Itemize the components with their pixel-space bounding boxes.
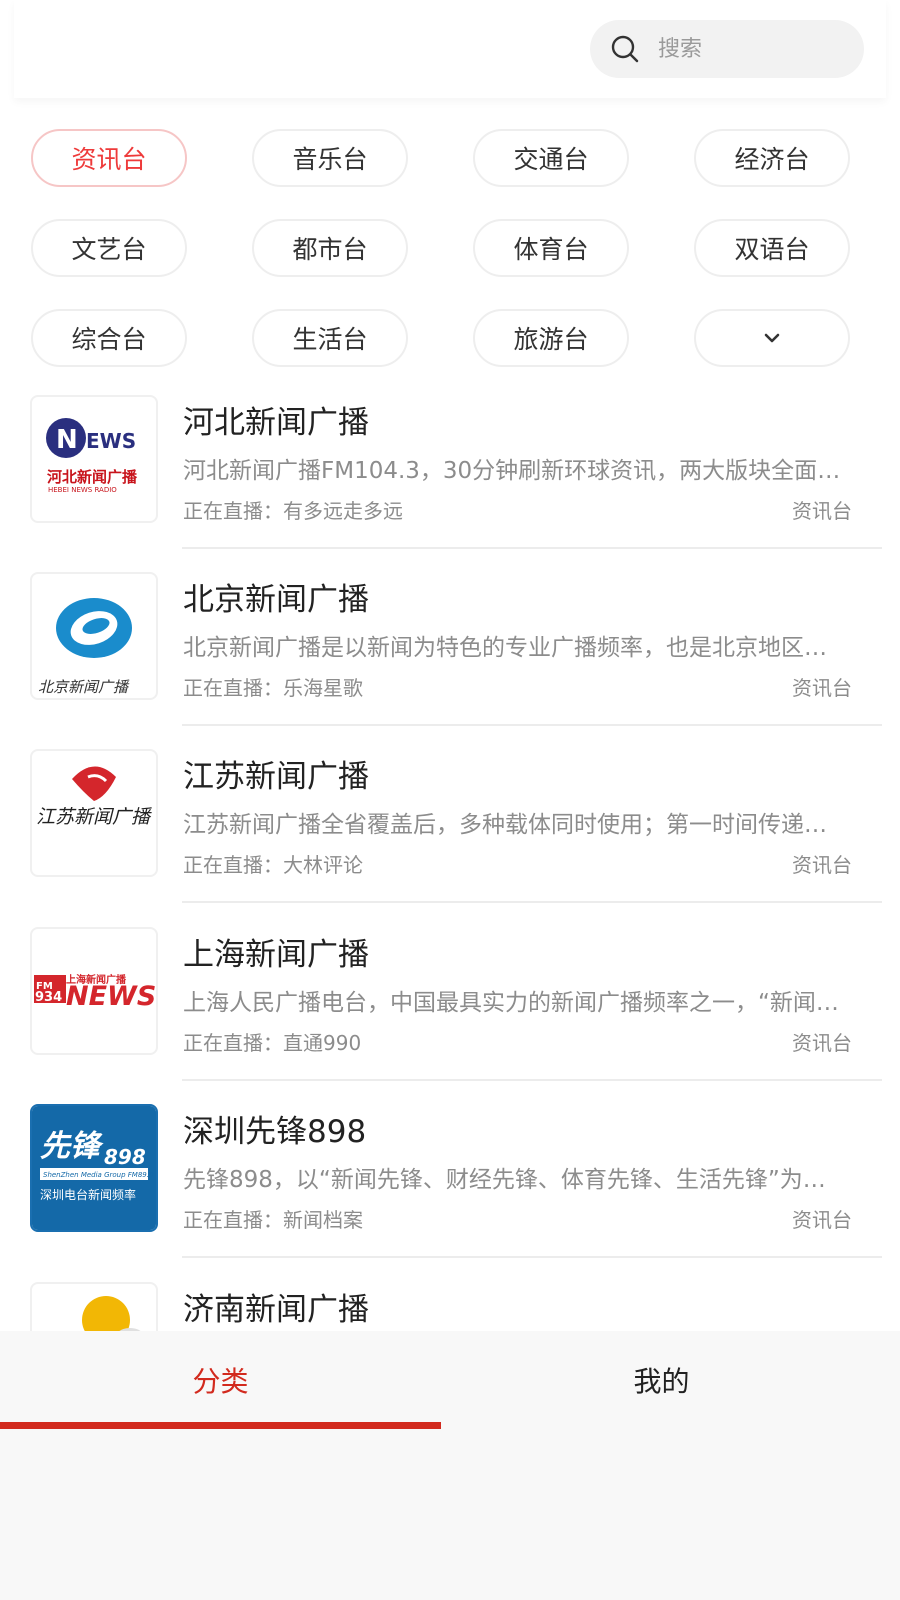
svg-text:北京新闻广播: 北京新闻广播 [38, 678, 130, 696]
category-chip-city[interactable]: 都市台 [252, 219, 408, 277]
station-logo: 北京新闻广播 [30, 572, 158, 700]
now-playing: 正在直播：乐海星歌 [183, 676, 363, 700]
app-page: 资讯台 音乐台 交通台 经济台 文艺台 都市台 体育台 双语台 综合台 生活台 … [0, 0, 900, 1600]
chevron-down-icon [764, 333, 780, 343]
station-category: 资讯台 [792, 499, 852, 523]
station-category: 资讯台 [792, 676, 852, 700]
tab-mine[interactable]: 我的 [441, 1331, 882, 1429]
svg-text:先锋: 先锋 [40, 1129, 104, 1164]
station-item[interactable]: 江苏新闻广播 江苏新闻广播 江苏新闻广播全省覆盖后，多种载体同时使用；第一时间传… [0, 749, 900, 926]
now-playing: 正在直播：直通990 [183, 1031, 362, 1055]
divider [182, 901, 882, 903]
station-description: 河北新闻广播FM104.3，30分钟刷新环球资讯，两大版块全面覆盖，精彩内容，尽… [183, 458, 848, 484]
svg-text:河北新闻广播: 河北新闻广播 [47, 468, 138, 486]
category-chip-arts[interactable]: 文艺台 [31, 219, 187, 277]
divider [182, 547, 882, 549]
station-logo: 江苏新闻广播 [30, 749, 158, 877]
now-playing: 正在直播：大林评论 [183, 853, 363, 877]
station-name: 深圳先锋898 [183, 1114, 367, 1150]
station-name: 上海新闻广播 [183, 937, 369, 973]
shenzhen-898-logo: 先锋 898 ShenZhen Media Group FM89.8 深圳电台新… [32, 1106, 156, 1230]
tab-category[interactable]: 分类 [0, 1331, 441, 1429]
station-name: 江苏新闻广播 [183, 759, 369, 795]
station-name: 北京新闻广播 [183, 582, 369, 618]
station-logo: N EWS 河北新闻广播 HEBEI NEWS RADIO [30, 395, 158, 523]
category-chip-economy[interactable]: 经济台 [694, 129, 850, 187]
svg-text:N: N [56, 425, 78, 455]
svg-text:934: 934 [35, 990, 62, 1005]
search-icon [611, 35, 639, 63]
divider [182, 1256, 882, 1258]
search-input[interactable] [656, 35, 840, 63]
now-playing: 正在直播：新闻档案 [183, 1208, 363, 1232]
station-item[interactable]: N EWS 河北新闻广播 HEBEI NEWS RADIO 河北新闻广播 河北新… [0, 395, 900, 572]
jiangsu-news-logo: 江苏新闻广播 [36, 766, 152, 828]
category-chip-traffic[interactable]: 交通台 [473, 129, 629, 187]
station-item[interactable]: 北京新闻广播 北京新闻广播 北京新闻广播是以新闻为特色的专业广播频率，也是北京地… [0, 572, 900, 749]
station-description: 北京新闻广播是以新闻为特色的专业广播频率，也是北京地区最具影响力的新闻广播。 [183, 635, 848, 661]
station-name: 河北新闻广播 [183, 405, 369, 441]
now-playing: 正在直播：有多远走多远 [183, 499, 403, 523]
expand-categories-button[interactable] [694, 309, 850, 367]
station-logo: 先锋 898 ShenZhen Media Group FM89.8 深圳电台新… [30, 1104, 158, 1232]
station-name: 济南新闻广播 [183, 1292, 369, 1328]
category-chip-life[interactable]: 生活台 [252, 309, 408, 367]
divider [182, 724, 882, 726]
svg-text:江苏新闻广播: 江苏新闻广播 [36, 806, 152, 828]
station-item[interactable]: 上海新闻广播 FM 934 NEWS 上海新闻广播 上海人民广播电台，中国最具实… [0, 927, 900, 1104]
station-logo: 上海新闻广播 FM 934 NEWS [30, 927, 158, 1055]
svg-text:HEBEI NEWS RADIO: HEBEI NEWS RADIO [48, 486, 117, 494]
svg-text:EWS: EWS [86, 429, 136, 453]
station-category: 资讯台 [792, 853, 852, 877]
svg-text:ShenZhen Media Group FM89.8: ShenZhen Media Group FM89.8 [43, 1171, 154, 1179]
hebei-news-logo: N EWS 河北新闻广播 HEBEI NEWS RADIO [46, 418, 138, 494]
station-description: 上海人民广播电台，中国最具实力的新闻广播频率之一，“新闻立台”。 [183, 990, 848, 1016]
beijing-news-logo: 北京新闻广播 [38, 598, 132, 696]
category-chip-news[interactable]: 资讯台 [31, 129, 187, 187]
svg-text:深圳电台新闻频率: 深圳电台新闻频率 [40, 1187, 136, 1202]
search-box[interactable] [590, 20, 864, 78]
station-item[interactable]: 先锋 898 ShenZhen Media Group FM89.8 深圳电台新… [0, 1104, 900, 1281]
top-bar [14, 0, 886, 98]
shanghai-news-logo: 上海新闻广播 FM 934 NEWS [34, 973, 156, 1012]
station-description: 江苏新闻广播全省覆盖后，多种载体同时使用；第一时间传递新闻资讯。 [183, 812, 848, 838]
category-chip-bilingual[interactable]: 双语台 [694, 219, 850, 277]
category-chip-music[interactable]: 音乐台 [252, 129, 408, 187]
svg-text:898: 898 [104, 1145, 146, 1169]
category-chip-sports[interactable]: 体育台 [473, 219, 629, 277]
bottom-nav: 分类 我的 [0, 1331, 900, 1600]
category-chip-general[interactable]: 综合台 [31, 309, 187, 367]
svg-text:NEWS: NEWS [66, 981, 156, 1012]
divider [182, 1079, 882, 1081]
station-category: 资讯台 [792, 1031, 852, 1055]
station-category: 资讯台 [792, 1208, 852, 1232]
station-description: 先锋898，以“新闻先锋、财经先锋、体育先锋、生活先锋”为定位。 [183, 1167, 848, 1193]
active-tab-indicator [0, 1422, 441, 1429]
category-chip-travel[interactable]: 旅游台 [473, 309, 629, 367]
